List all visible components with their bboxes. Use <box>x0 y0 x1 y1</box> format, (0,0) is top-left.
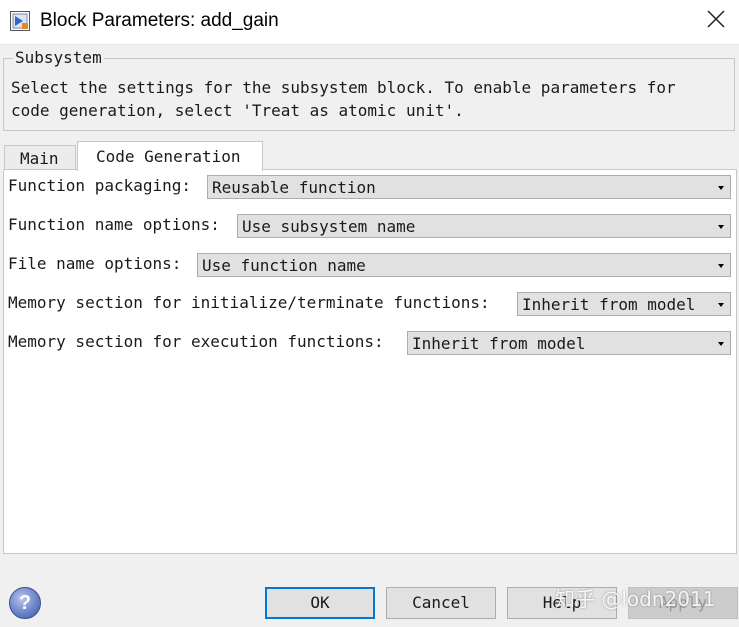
title-bar: Block Parameters: add_gain <box>0 0 739 45</box>
watermark: 知乎 @lodn2011 <box>555 587 716 611</box>
function-name-options-dropdown[interactable]: Use subsystem name <box>237 214 731 238</box>
window-title: Block Parameters: add_gain <box>40 10 279 31</box>
ok-button[interactable]: OK <box>265 587 375 619</box>
dropdown-value: Reusable function <box>212 178 376 197</box>
subsystem-description: Select the settings for the subsystem bl… <box>11 78 676 120</box>
close-icon <box>707 10 725 32</box>
dropdown-value: Inherit from model <box>522 295 696 314</box>
memory-section-execution-label: Memory section for execution functions: <box>8 332 384 351</box>
help-icon-button[interactable]: ? <box>9 587 41 619</box>
dropdown-value: Use subsystem name <box>242 217 416 236</box>
function-name-options-label: Function name options: <box>8 215 220 234</box>
file-name-options-label: File name options: <box>8 254 182 273</box>
tab-main[interactable]: Main <box>4 145 76 170</box>
chevron-down-icon <box>718 225 724 229</box>
chevron-down-icon <box>718 264 724 268</box>
close-button[interactable] <box>701 6 731 36</box>
dropdown-value: Use function name <box>202 256 366 275</box>
cancel-button[interactable]: Cancel <box>386 587 496 619</box>
dropdown-value: Inherit from model <box>412 334 586 353</box>
memory-section-init-term-label: Memory section for initialize/terminate … <box>8 293 490 312</box>
groupbox-legend: Subsystem <box>13 48 104 67</box>
tab-code-generation[interactable]: Code Generation <box>77 141 263 171</box>
function-packaging-dropdown[interactable]: Reusable function <box>207 175 731 199</box>
memory-section-execution-dropdown[interactable]: Inherit from model <box>407 331 731 355</box>
chevron-down-icon <box>718 342 724 346</box>
question-icon: ? <box>18 592 32 614</box>
chevron-down-icon <box>718 186 724 190</box>
memory-section-init-term-dropdown[interactable]: Inherit from model <box>517 292 731 316</box>
simulink-block-icon <box>10 11 30 31</box>
function-packaging-label: Function packaging: <box>8 176 192 195</box>
file-name-options-dropdown[interactable]: Use function name <box>197 253 731 277</box>
chevron-down-icon <box>718 303 724 307</box>
